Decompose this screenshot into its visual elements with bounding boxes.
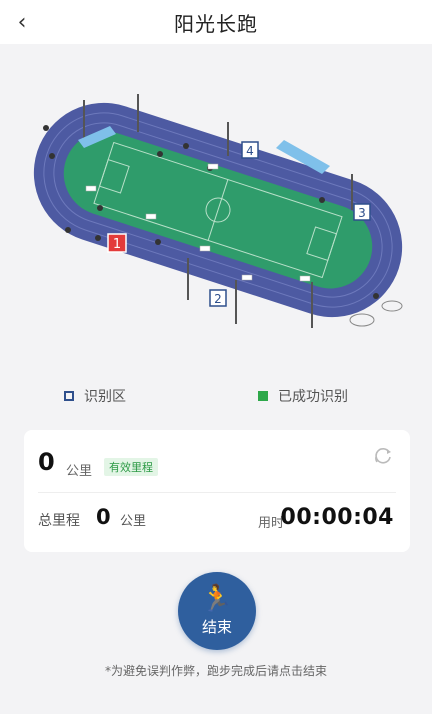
success-swatch-icon — [258, 391, 268, 401]
distance-value: 0 — [38, 448, 55, 476]
total-distance-value: 0 — [96, 505, 111, 529]
legend-success-label: 已成功识别 — [278, 389, 348, 405]
refresh-icon[interactable] — [372, 446, 394, 468]
svg-text:4: 4 — [246, 144, 254, 158]
track-map: 1 2 3 4 — [0, 70, 432, 360]
footer-note: *为避免误判作弊，跑步完成后请点击结束 — [104, 664, 327, 678]
svg-text:3: 3 — [358, 206, 366, 220]
legend-zone: 识别区 — [64, 386, 126, 406]
checkpoint-4: 4 — [241, 141, 259, 159]
checkpoint-2: 2 — [209, 289, 227, 307]
card-divider — [38, 492, 396, 493]
track-illustration: 1 2 3 4 — [33, 94, 403, 328]
distance-unit: 公里 — [66, 464, 93, 479]
checkpoint-3: 3 — [353, 203, 371, 221]
valid-distance-badge: 有效里程 — [104, 458, 158, 476]
end-button-label: 结束 — [201, 617, 232, 636]
runner-icon: 🏃 — [200, 583, 234, 614]
zone-swatch-icon — [64, 391, 74, 401]
end-run-button[interactable]: 🏃 结束 — [178, 572, 256, 650]
total-distance-unit: 公里 — [120, 514, 147, 529]
legend-success: 已成功识别 — [258, 386, 348, 406]
elapsed-time-value: 00:00:04 — [280, 505, 394, 530]
svg-text:1: 1 — [113, 237, 121, 252]
page-title: 阳光长跑 — [174, 12, 258, 36]
stats-card: 0 公里 有效里程 总里程 0 公里 用时 00:00:04 — [24, 430, 410, 552]
svg-text:2: 2 — [214, 292, 222, 306]
checkpoint-1: 1 — [107, 233, 127, 253]
legend-zone-label: 识别区 — [84, 389, 126, 405]
legend: 识别区 已成功识别 — [0, 386, 432, 408]
total-distance-label: 总里程 — [38, 513, 80, 529]
top-bar: ‹ 阳光长跑 — [0, 0, 432, 44]
